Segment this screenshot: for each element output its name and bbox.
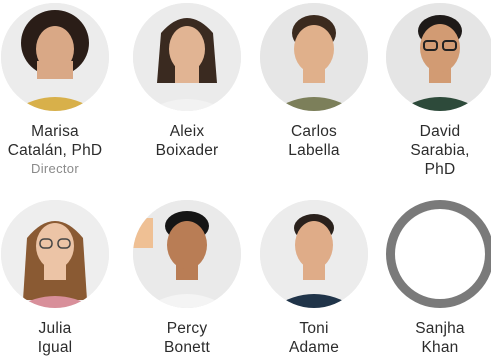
team-member-photo [260,3,368,111]
team-member-role: Director [31,161,79,176]
team-member-name: Marisa Catalán, PhD [7,123,103,159]
team-member-card: Toni Adame [254,200,374,357]
team-member-photo-portrait [133,3,241,111]
team-member-card: David Sarabia, PhD [380,3,491,179]
team-member-card: Marisa Catalán, PhD Director [0,3,115,177]
team-member-card: Aleix Boixader [127,3,247,160]
team-member-photo-portrait [1,200,109,308]
team-member-photo [1,3,109,111]
team-member-photo-portrait [133,200,241,308]
team-member-name: Toni Adame [288,320,340,356]
team-member-name: David Sarabia, PhD [410,123,470,178]
team-member-card: Sanjha Khan [380,200,491,357]
placeholder-avatar-icon [386,200,491,308]
team-member-photo-portrait [260,3,368,111]
team-member-photo [386,3,491,111]
team-member-photo-portrait [1,3,109,111]
team-member-photo-portrait [260,200,368,308]
team-member-card: Percy Bonett [127,200,247,357]
team-member-photo-portrait [386,3,491,111]
team-member-card: Carlos Labella [254,3,374,160]
team-member-name: Aleix Boixader [155,123,219,159]
team-member-name: Sanjha Khan [415,320,465,356]
team-member-photo [133,200,241,308]
team-member-card: Julia Igual [0,200,115,357]
team-member-photo [133,3,241,111]
team-member-photo [1,200,109,308]
team-member-name: Percy Bonett [163,320,210,356]
team-member-name: Julia Igual [37,320,73,356]
team-member-photo [260,200,368,308]
team-member-name: Carlos Labella [288,123,340,159]
team-grid: Marisa Catalán, PhD Director Aleix Boixa… [0,0,491,357]
